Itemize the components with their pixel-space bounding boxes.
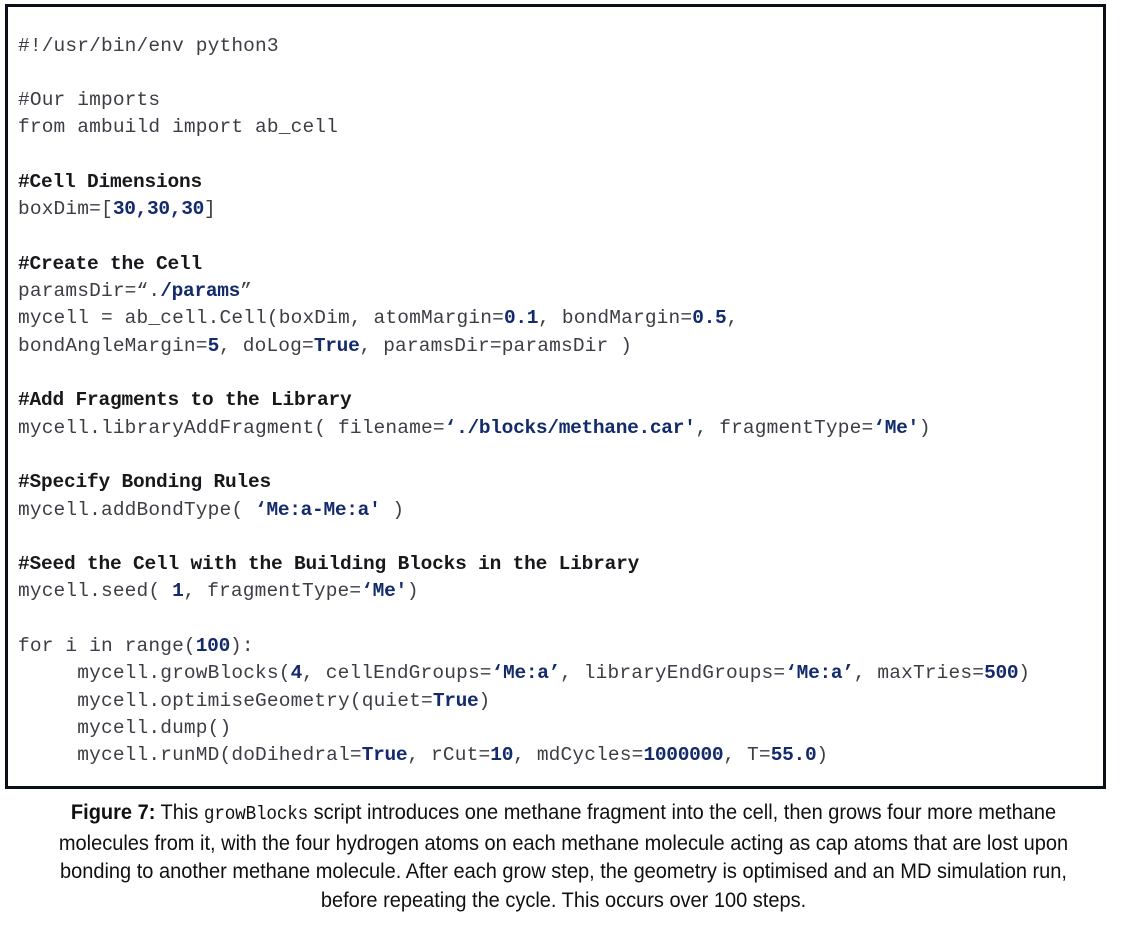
code-token: mycell.addBondType( bbox=[18, 498, 256, 521]
code-line: paramsDir=“./params” bbox=[18, 278, 1101, 305]
code-token: bondAngleMargin= bbox=[18, 334, 208, 357]
figure-label: Figure 7: bbox=[70, 800, 156, 824]
code-token: 10 bbox=[490, 744, 514, 767]
code-token: #Cell Dimensions bbox=[18, 170, 203, 193]
code-token: mycell = ab_cell.Cell(boxDim, atomMargin… bbox=[18, 307, 504, 330]
code-token: ] bbox=[204, 198, 216, 221]
code-listing-box: #!/usr/bin/env python3 #Our imports from … bbox=[5, 4, 1106, 789]
code-line: mycell.growBlocks(4, cellEndGroups=‘Me:a… bbox=[18, 660, 1101, 687]
code-token: , paramsDir=paramsDir ) bbox=[359, 334, 633, 357]
code-token: ): bbox=[230, 635, 254, 658]
code-token: 4 bbox=[290, 662, 303, 685]
code-token: mycell.libraryAddFragment( filename= bbox=[18, 416, 445, 439]
code-line: from ambuild import ab_cell bbox=[18, 114, 1101, 141]
code-line: mycell.libraryAddFragment( filename=‘./b… bbox=[18, 415, 1101, 442]
code-token: ) bbox=[816, 744, 829, 767]
code-token: ‘./blocks/methane.car' bbox=[444, 416, 696, 439]
code-token: , rCut= bbox=[407, 744, 491, 767]
code-token: 500 bbox=[984, 662, 1019, 685]
code-token: , mdCycles= bbox=[513, 744, 644, 767]
code-token: mycell.optimiseGeometry(quiet= bbox=[18, 689, 433, 712]
code-token: from ambuild import ab_cell bbox=[18, 116, 339, 139]
code-line: mycell.seed( 1, fragmentType=‘Me') bbox=[18, 578, 1101, 605]
code-token: , fragmentType= bbox=[183, 580, 362, 603]
code-token: ) bbox=[478, 689, 491, 712]
code-line: mycell.addBondType( ‘Me:a-Me:a' ) bbox=[18, 497, 1101, 524]
code-token: 30,30,30 bbox=[112, 198, 205, 221]
code-token: True bbox=[313, 334, 360, 357]
code-line: mycell.dump() bbox=[18, 715, 1101, 742]
code-token: ‘Me:a’ bbox=[491, 662, 561, 685]
code-token: True bbox=[361, 744, 408, 767]
code-token: ‘Me:a’ bbox=[785, 662, 854, 685]
code-token: ‘Me:a-Me:a' bbox=[255, 498, 381, 521]
code-token: 55.0 bbox=[770, 744, 817, 767]
code-line: #Our imports bbox=[18, 87, 1101, 114]
code-line: #Create the Cell bbox=[18, 251, 1101, 278]
code-token: 5 bbox=[207, 334, 220, 357]
code-token: ) bbox=[406, 580, 419, 603]
code-line: mycell = ab_cell.Cell(boxDim, atomMargin… bbox=[18, 305, 1101, 332]
code-line: bondAngleMargin=5, doLog=True, paramsDir… bbox=[18, 333, 1101, 360]
figure-caption: Figure 7: This growBlocks script introdu… bbox=[47, 798, 1080, 914]
code-line: #Cell Dimensions bbox=[18, 169, 1101, 196]
code-token: #Add Fragments to the Library bbox=[18, 389, 352, 412]
code-line: boxDim=[30,30,30] bbox=[18, 196, 1101, 223]
code-token: 0.1 bbox=[503, 307, 539, 330]
code-token: ) bbox=[918, 416, 931, 439]
code-token: , libraryEndGroups= bbox=[560, 662, 786, 685]
code-line: #Seed the Cell with the Building Blocks … bbox=[18, 551, 1101, 578]
code-token: , fragmentType= bbox=[695, 416, 874, 439]
code-token: /params bbox=[160, 280, 241, 303]
code-line: #!/usr/bin/env python3 bbox=[18, 33, 1101, 60]
code-token: #Create the Cell bbox=[18, 252, 203, 275]
code-token: , maxTries= bbox=[853, 662, 985, 685]
code-token: #Seed the Cell with the Building Blocks … bbox=[18, 553, 640, 576]
code-token: #Our imports bbox=[18, 89, 161, 112]
caption-code-term: growBlocks bbox=[203, 803, 309, 825]
code-token: 100 bbox=[195, 635, 231, 658]
code-line: mycell.runMD(doDihedral=True, rCut=10, m… bbox=[18, 742, 1101, 769]
code-token: mycell.runMD(doDihedral= bbox=[18, 744, 362, 767]
code-token: ) bbox=[1018, 662, 1031, 685]
code-token: mycell.seed( bbox=[18, 580, 173, 603]
code-line: mycell.optimiseGeometry(quiet=True) bbox=[18, 688, 1101, 715]
code-token: #!/usr/bin/env python3 bbox=[18, 34, 279, 57]
code-token: , bbox=[726, 307, 739, 330]
code-token: , bondMargin= bbox=[538, 307, 693, 330]
code-token: , T= bbox=[723, 744, 771, 767]
code-token: paramsDir=“. bbox=[18, 280, 161, 303]
code-token: ” bbox=[240, 280, 252, 303]
code-token: 0.5 bbox=[692, 307, 727, 330]
code-token: , cellEndGroups= bbox=[302, 662, 492, 685]
code-token: for i in range( bbox=[18, 635, 196, 658]
code-token: ‘Me' bbox=[361, 580, 407, 603]
code-token: True bbox=[432, 689, 479, 712]
code-line: #Specify Bonding Rules bbox=[18, 469, 1101, 496]
python-code-listing: #!/usr/bin/env python3 #Our imports from … bbox=[18, 33, 1101, 770]
code-token: #Specify Bonding Rules bbox=[18, 471, 272, 494]
code-line: #Add Fragments to the Library bbox=[18, 387, 1101, 414]
code-token: , doLog= bbox=[219, 334, 314, 357]
code-token: mycell.growBlocks( bbox=[18, 662, 291, 685]
code-token: ‘Me' bbox=[873, 416, 919, 439]
code-token: ) bbox=[380, 498, 405, 521]
figure-container: #!/usr/bin/env python3 #Our imports from … bbox=[0, 0, 1127, 926]
caption-text-before: This bbox=[155, 800, 204, 824]
code-token: 1000000 bbox=[643, 744, 724, 767]
code-token: boxDim=[ bbox=[18, 198, 113, 221]
code-token: mycell.dump() bbox=[18, 716, 232, 739]
code-line: for i in range(100): bbox=[18, 633, 1101, 660]
code-token: 1 bbox=[172, 580, 184, 603]
